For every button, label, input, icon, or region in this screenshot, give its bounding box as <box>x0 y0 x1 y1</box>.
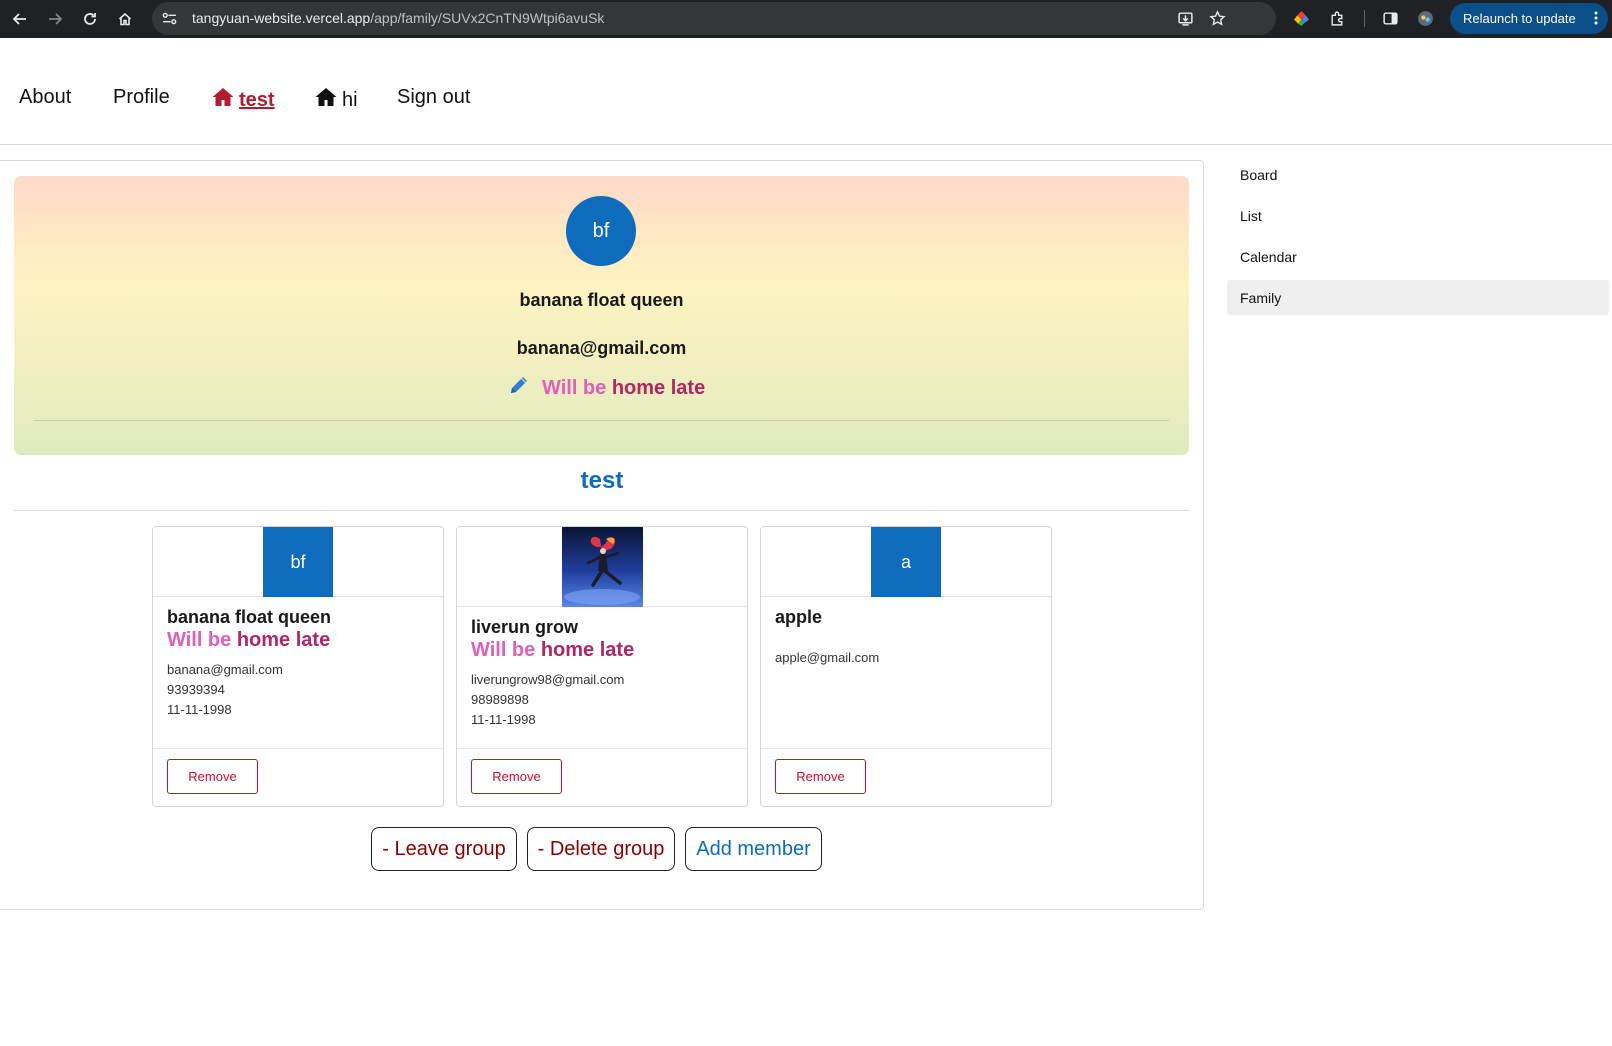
member-card: liverun grow Will be home late liverungr… <box>456 526 748 807</box>
house-icon <box>314 86 338 114</box>
app-navbar: About Profile test hi Sign out <box>0 38 1612 145</box>
group-title: test <box>580 467 624 494</box>
member-name: liverun grow <box>471 617 579 637</box>
current-user-status: Will be home late <box>508 374 705 402</box>
member-status: Will be home late <box>471 639 634 662</box>
status-text-part2: home late <box>236 629 331 651</box>
toolbar-divider <box>1364 10 1365 27</box>
leave-group-button[interactable]: - Leave group <box>371 827 517 871</box>
nav-group-test[interactable]: test <box>211 86 275 114</box>
pencil-icon[interactable] <box>508 374 530 402</box>
member-details: banana@gmail.com 93939394 11-11-1998 <box>167 660 283 720</box>
member-name: apple <box>775 607 823 627</box>
member-card-header: a <box>761 527 1051 597</box>
site-info-icon[interactable] <box>158 7 180 29</box>
nav-about[interactable]: About <box>19 86 71 109</box>
member-phone: 98989898 <box>471 692 529 707</box>
status-text-part1: Will be <box>471 639 536 661</box>
sidebar-item-family[interactable]: Family <box>1227 280 1609 315</box>
remove-member-button[interactable]: Remove <box>167 759 258 794</box>
current-user-name: banana float queen <box>519 290 684 310</box>
member-birthday: 11-11-1998 <box>471 712 536 727</box>
member-card-footer: Remove <box>761 748 1051 807</box>
relaunch-button[interactable]: Relaunch to update <box>1450 3 1608 34</box>
more-vert-icon[interactable] <box>1594 11 1598 28</box>
member-email: apple@gmail.com <box>775 650 880 665</box>
reload-icon[interactable] <box>78 7 102 31</box>
nav-group-test-label: test <box>239 88 275 111</box>
member-phone: 93939394 <box>167 682 225 697</box>
status-text-part1: Will be <box>167 629 232 651</box>
status-text-part1: Will be <box>542 376 607 399</box>
current-user-email: banana@gmail.com <box>516 338 687 358</box>
home-icon[interactable] <box>113 7 137 31</box>
avatar: bf <box>566 196 636 266</box>
member-details: apple@gmail.com <box>775 648 879 668</box>
sidebar-item-board[interactable]: Board <box>1227 157 1609 192</box>
divider <box>34 420 1169 421</box>
family-panel: bf banana float queen banana@gmail.com W… <box>0 160 1204 910</box>
status-text-part2: home late <box>540 639 635 661</box>
nav-profile[interactable]: Profile <box>113 86 170 109</box>
side-panel-icon[interactable] <box>1379 7 1401 29</box>
member-name: banana float queen <box>167 607 332 627</box>
member-card-header: bf <box>153 527 443 597</box>
house-icon <box>211 86 235 114</box>
extensions-puzzle-icon[interactable] <box>1326 7 1348 29</box>
current-user-banner: bf banana float queen banana@gmail.com W… <box>14 176 1189 455</box>
nav-sign-out[interactable]: Sign out <box>397 86 470 109</box>
remove-member-button[interactable]: Remove <box>471 759 562 794</box>
member-email: banana@gmail.com <box>167 662 283 677</box>
back-icon[interactable] <box>8 7 32 31</box>
url-host: tangyuan-website.vercel.app <box>192 10 371 26</box>
url-text[interactable]: tangyuan-website.vercel.app/app/family/S… <box>192 10 604 26</box>
divider <box>14 510 1189 511</box>
member-birthday: 11-11-1998 <box>167 702 232 717</box>
member-card-footer: Remove <box>457 748 747 807</box>
status-text-part2: home late <box>611 376 706 399</box>
avatar: a <box>871 527 941 597</box>
member-card: a apple apple@gmail.com Remove <box>760 526 1052 807</box>
add-member-button[interactable]: Add member <box>685 827 822 871</box>
profile-avatar-icon[interactable] <box>1414 7 1436 29</box>
install-icon[interactable] <box>1174 7 1196 29</box>
member-card-footer: Remove <box>153 748 443 807</box>
member-details: liverungrow98@gmail.com 98989898 11-11-1… <box>471 670 624 730</box>
nav-group-hi[interactable]: hi <box>314 86 358 114</box>
url-path: /app/family/SUVx2CnTN9Wtpi6avuSk <box>370 10 605 26</box>
nav-group-hi-label: hi <box>342 88 358 111</box>
browser-toolbar: tangyuan-website.vercel.app/app/family/S… <box>0 0 1612 38</box>
member-card: bf banana float queen Will be home late … <box>152 526 444 807</box>
bookmark-star-icon[interactable] <box>1206 7 1228 29</box>
relaunch-label: Relaunch to update <box>1463 11 1576 26</box>
member-status: Will be home late <box>167 629 330 652</box>
avatar-photo <box>562 527 643 607</box>
delete-group-button[interactable]: - Delete group <box>527 827 675 871</box>
forward-icon[interactable] <box>43 7 67 31</box>
color-extension-icon[interactable] <box>1290 7 1312 29</box>
avatar: bf <box>263 527 333 597</box>
member-email: liverungrow98@gmail.com <box>471 672 625 687</box>
address-bar[interactable]: tangyuan-website.vercel.app/app/family/S… <box>152 2 1276 35</box>
sidebar-item-list[interactable]: List <box>1227 198 1609 233</box>
remove-member-button[interactable]: Remove <box>775 759 866 794</box>
sidebar-item-calendar[interactable]: Calendar <box>1227 239 1609 274</box>
member-card-header <box>457 527 747 607</box>
